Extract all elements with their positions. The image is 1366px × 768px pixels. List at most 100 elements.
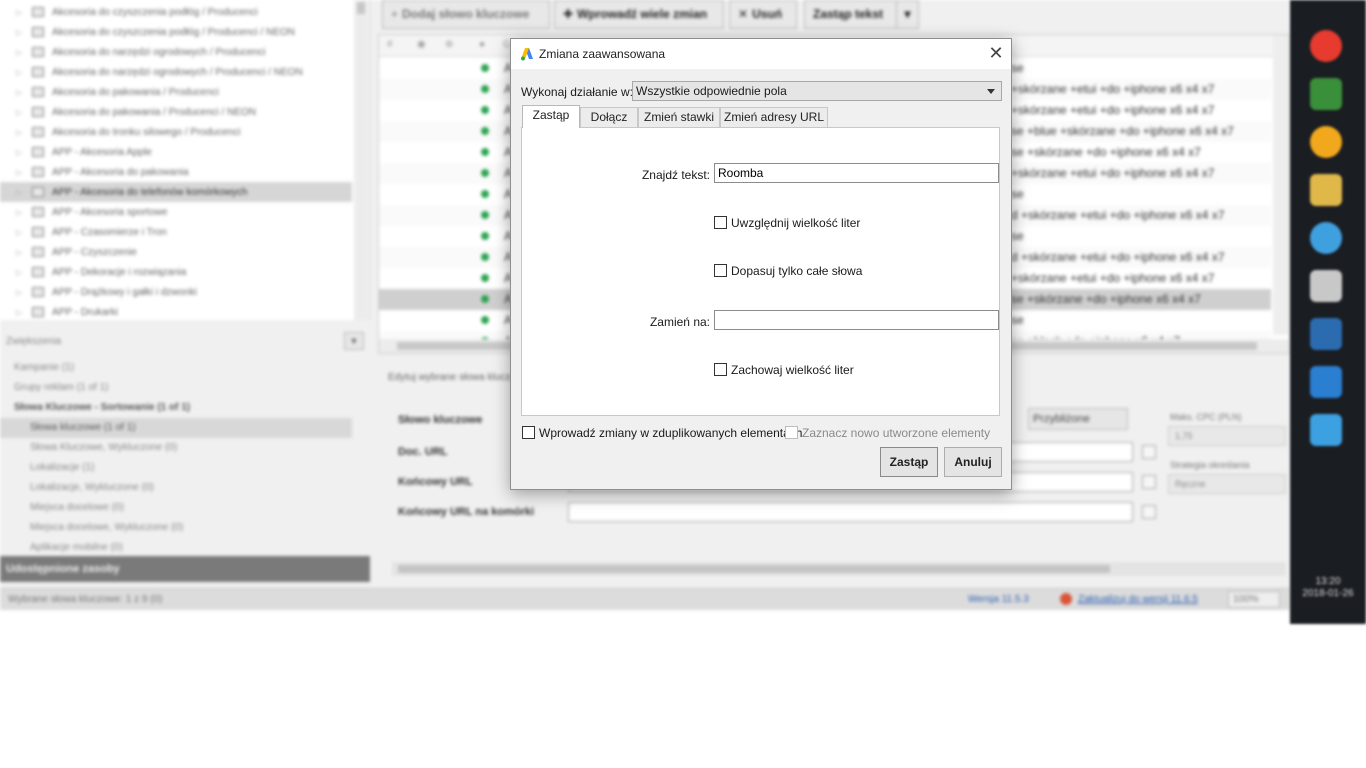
grid-column-header[interactable]: ● <box>479 39 485 50</box>
tree-item[interactable]: ▷ Akcesoria do narzędzi ogrodowych / Prod… <box>0 42 352 62</box>
account-overview-item[interactable]: Grupy reklam (1 of 1) <box>0 378 352 398</box>
grid-column-header[interactable]: ⊕ <box>445 39 453 50</box>
taskbar-app-icon[interactable] <box>1310 30 1342 62</box>
zoom-select[interactable]: 100% <box>1228 591 1280 608</box>
expand-arrow-icon[interactable]: ▷ <box>16 128 28 137</box>
expand-arrow-icon[interactable]: ▷ <box>16 308 28 317</box>
max-cpc-input[interactable]: 1,75 <box>1168 426 1286 446</box>
expand-arrow-icon[interactable]: ▷ <box>16 8 28 17</box>
tree-item[interactable]: ▷ APP - Czyszczenie <box>0 242 352 262</box>
expand-arrow-icon[interactable]: ▷ <box>16 168 28 177</box>
expand-arrow-icon[interactable]: ▷ <box>16 288 28 297</box>
find-text-input[interactable] <box>714 163 999 183</box>
taskbar-app-icon[interactable] <box>1310 318 1342 350</box>
expand-arrow-icon[interactable]: ▷ <box>16 248 28 257</box>
update-link[interactable]: Zaktualizuj do wersji 11.6.5 <box>1078 594 1198 605</box>
keep-case-checkbox[interactable] <box>714 363 727 376</box>
apply-duplicates-checkbox[interactable] <box>522 426 535 439</box>
expand-arrow-icon[interactable]: ▷ <box>16 108 28 117</box>
select-new-items-checkbox[interactable] <box>785 426 798 439</box>
account-overview-item[interactable]: Aplikacje mobilne (0) <box>0 538 352 558</box>
keyword-cell: +skórzane +etui +do +iphone x6 x4 x7 <box>1011 166 1215 180</box>
tree-scrollbar-thumb[interactable] <box>357 2 365 14</box>
tree-item[interactable]: ▷ APP - Czasomierze i Tron <box>0 222 352 242</box>
tree-item[interactable]: ▷ APP - Drążkowy i gałki i dzwonki <box>0 282 352 302</box>
replace-text-button[interactable]: Zastąp tekst <box>804 0 904 29</box>
edit-panel-scroll-thumb[interactable] <box>398 565 1110 573</box>
tree-item[interactable]: ▷ APP - Akcesoria Apple <box>0 142 352 162</box>
delete-button[interactable]: ✕ Usuń <box>729 0 797 29</box>
taskbar-app-icon[interactable] <box>1310 366 1342 398</box>
account-overview-item[interactable]: Miejsca docelowe, Wykluczone (0) <box>0 518 352 538</box>
bid-strategy-value[interactable]: Ręczne <box>1168 474 1286 494</box>
expand-arrow-icon[interactable]: ▷ <box>16 228 28 237</box>
tree-item[interactable]: ▷ Akcesoria do pakowania / Producenci <box>0 82 352 102</box>
expand-arrow-icon[interactable]: ▷ <box>16 268 28 277</box>
account-overview-item[interactable]: Lokalizacje, Wykluczone (0) <box>0 478 352 498</box>
dialog-titlebar[interactable]: Zmiana zaawansowana ✕ <box>511 39 1011 69</box>
expand-arrow-icon[interactable]: ▷ <box>16 208 28 217</box>
keyword-cell: se <box>1011 187 1024 201</box>
shared-library-header[interactable]: Udostępnione zasoby <box>0 556 370 582</box>
taskbar-app-icon[interactable] <box>1310 78 1342 110</box>
tree-item[interactable]: ▷ Akcesoria do czyszczenia podłóg / Produ… <box>0 2 352 22</box>
account-overview-title: Zwiększenia <box>6 336 62 347</box>
taskbar-app-icon[interactable] <box>1310 222 1342 254</box>
taskbar-clock[interactable]: 13:20 2018-01-26 <box>1290 576 1366 600</box>
taskbar-app-icon[interactable] <box>1310 414 1342 446</box>
make-multiple-changes-button[interactable]: ✚ Wprowadź wiele zmian <box>554 0 724 29</box>
tab-change-bids[interactable]: Zmień stawki <box>638 107 720 127</box>
account-overview-item[interactable]: Miejsca docelowe (0) <box>0 498 352 518</box>
tree-item[interactable]: ▷ APP - Akcesoria sportowe <box>0 202 352 222</box>
tree-item[interactable]: ▷ Akcesoria do pakowania / Producenci / N… <box>0 102 352 122</box>
tab-replace[interactable]: Zastąp <box>522 105 580 128</box>
cancel-button[interactable]: Anuluj <box>944 447 1002 477</box>
expand-arrow-icon[interactable]: ▷ <box>16 28 28 37</box>
taskbar-app-icon[interactable] <box>1310 126 1342 158</box>
close-icon[interactable]: ✕ <box>985 43 1007 65</box>
mobile-url-input[interactable] <box>568 502 1133 522</box>
match-case-checkbox[interactable] <box>714 216 727 229</box>
add-keyword-button[interactable]: + Dodaj słowo kluczowe <box>382 0 550 29</box>
account-overview-item[interactable]: Słowa Kluczowe, Wykluczone (0) <box>0 438 352 458</box>
edit-icon[interactable] <box>1142 445 1156 459</box>
filter-icon[interactable]: ▼ <box>344 332 364 350</box>
grid-column-header[interactable]: # <box>387 39 393 50</box>
tree-item[interactable]: ▷ APP - Akcesoria do telefonów komórkowyc… <box>0 182 352 202</box>
tree-scrollbar[interactable] <box>354 0 368 320</box>
account-overview-item[interactable]: Słowa Kluczowe - Sortowanie (1 of 1) <box>0 398 352 418</box>
expand-arrow-icon[interactable]: ▷ <box>16 148 28 157</box>
whole-words-checkbox[interactable] <box>714 264 727 277</box>
tree-item[interactable]: ▷ Akcesoria do tronku silowego / Producen… <box>0 122 352 142</box>
edit-icon[interactable] <box>1142 505 1156 519</box>
taskbar-app-icon[interactable] <box>1310 270 1342 302</box>
replace-button[interactable]: Zastąp <box>880 447 938 477</box>
edit-icon[interactable] <box>1142 475 1156 489</box>
tree-item[interactable]: ▷ Akcesoria do czyszczenia podłóg / Produ… <box>0 22 352 42</box>
perform-action-select[interactable]: Wszystkie odpowiednie pola <box>632 81 1002 101</box>
tab-change-urls[interactable]: Zmień adresy URL <box>720 107 828 127</box>
expand-arrow-icon[interactable]: ▷ <box>16 68 28 77</box>
expand-arrow-icon[interactable]: ▷ <box>16 188 28 197</box>
tree-item-label: APP - Drukarki <box>52 306 118 318</box>
tree-item[interactable]: ▷ APP - Drukarki <box>0 302 352 320</box>
edit-panel-scrollbar[interactable] <box>392 562 1286 576</box>
expand-arrow-icon[interactable]: ▷ <box>16 48 28 57</box>
replace-with-input[interactable] <box>714 310 999 330</box>
replace-text-dropdown[interactable]: ▾ <box>896 0 919 29</box>
account-overview-item[interactable]: Słowa kluczowe (1 of 1) <box>0 418 352 438</box>
taskbar-app-icon[interactable] <box>1310 174 1342 206</box>
match-type-select[interactable]: Przybliżone <box>1028 408 1128 430</box>
grid-column-header[interactable]: ◉ <box>417 39 426 50</box>
tree-item[interactable]: ▷ APP - Akcesoria do pakowania <box>0 162 352 182</box>
expand-arrow-icon[interactable]: ▷ <box>16 88 28 97</box>
account-overview-item[interactable]: Kampanie (1) <box>0 358 352 378</box>
tree-item[interactable]: ▷ APP - Dekoracje i rozwiązania <box>0 262 352 282</box>
account-overview-item[interactable]: Lokalizacje (1) <box>0 458 352 478</box>
tree-item[interactable]: ▷ Akcesoria do narzędzi ogrodowych / Prod… <box>0 62 352 82</box>
grid-vertical-scrollbar[interactable] <box>1273 35 1289 335</box>
tab-append[interactable]: Dołącz <box>580 107 638 127</box>
tree-item-label: APP - Akcesoria Apple <box>52 146 152 158</box>
version-link[interactable]: Wersja 11.5.3 <box>968 594 1029 605</box>
status-dot-icon <box>481 295 489 303</box>
